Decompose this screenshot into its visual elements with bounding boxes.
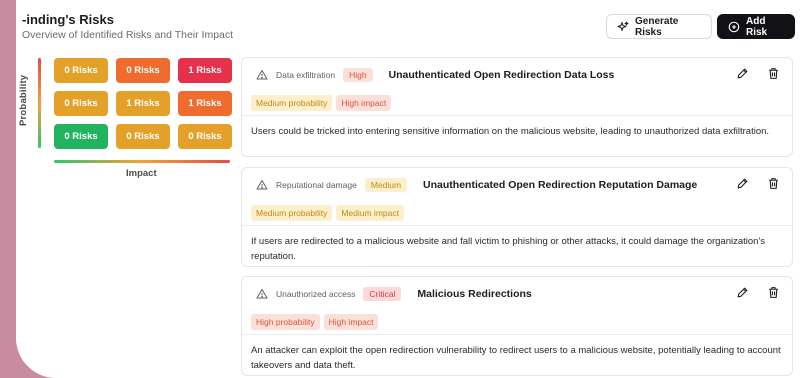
impact-axis-label: Impact (126, 168, 157, 179)
impact-tag: High impact (323, 314, 379, 330)
generate-risks-button[interactable]: Generate Risks (606, 14, 712, 39)
probability-tag: High probability (251, 314, 320, 330)
matrix-cell[interactable]: 1 Risks (178, 91, 232, 116)
risk-category: Data exfiltration (276, 69, 336, 80)
risk-description: An attacker can exploit the open redirec… (251, 345, 781, 371)
add-risk-label: Add Risk (746, 15, 768, 38)
page-subtitle: Overview of Identified Risks and Their I… (22, 29, 234, 41)
edit-pencil-icon[interactable] (736, 286, 749, 299)
risk-card-header: Unauthorized access Critical Malicious R… (242, 277, 792, 310)
trash-icon[interactable] (767, 67, 780, 80)
probability-axis-label: Probability (18, 74, 29, 126)
risk-card: Data exfiltration High Unauthenticated O… (241, 57, 793, 157)
sparkles-icon (617, 21, 629, 31)
risk-card-header: Reputational damage Medium Unauthenticat… (242, 168, 792, 201)
risk-description: Users could be tricked into entering sen… (251, 126, 770, 137)
edit-pencil-icon[interactable] (736, 67, 749, 80)
trash-icon[interactable] (767, 286, 780, 299)
risk-description: If users are redirected to a malicious w… (251, 236, 766, 262)
impact-tag: Medium impact (336, 205, 404, 221)
severity-badge: Medium (364, 177, 408, 192)
warning-icon (256, 288, 268, 298)
risk-card-header: Data exfiltration High Unauthenticated O… (242, 58, 792, 91)
risk-category: Reputational damage (276, 179, 357, 190)
matrix-cell[interactable]: 1 Risks (116, 91, 170, 116)
probability-gradient-bar (38, 58, 41, 148)
page-title: -inding's Risks (22, 12, 114, 27)
risk-card: Unauthorized access Critical Malicious R… (241, 276, 793, 376)
risk-title: Malicious Redirections (417, 287, 532, 300)
risk-card: Reputational damage Medium Unauthenticat… (241, 167, 793, 267)
warning-icon (256, 179, 268, 189)
severity-badge: Critical (363, 286, 402, 301)
warning-icon (256, 69, 268, 79)
edit-pencil-icon[interactable] (736, 177, 749, 190)
risks-panel: -inding's Risks Overview of Identified R… (16, 0, 800, 378)
severity-badge: High (343, 67, 373, 82)
matrix-cell[interactable]: 0 Risks (116, 58, 170, 83)
matrix-cell[interactable]: 0 Risks (54, 91, 108, 116)
matrix-cell[interactable]: 0 Risks (54, 124, 108, 149)
risk-category: Unauthorized access (276, 288, 356, 299)
probability-tag: Medium probability (251, 205, 333, 221)
matrix-cell[interactable]: 0 Risks (54, 58, 108, 83)
matrix-cell[interactable]: 0 Risks (178, 124, 232, 149)
impact-gradient-bar (54, 160, 230, 163)
risk-title: Unauthenticated Open Redirection Reputat… (423, 178, 698, 191)
matrix-cell[interactable]: 0 Risks (116, 124, 170, 149)
impact-tag: High impact (336, 95, 392, 111)
risk-title: Unauthenticated Open Redirection Data Lo… (388, 68, 615, 81)
add-risk-button[interactable]: Add Risk (717, 14, 795, 39)
trash-icon[interactable] (767, 177, 780, 190)
generate-risks-label: Generate Risks (635, 15, 679, 38)
probability-tag: Medium probability (251, 95, 333, 111)
matrix-cell[interactable]: 1 Risks (178, 58, 232, 83)
plus-circle-icon (728, 21, 740, 32)
